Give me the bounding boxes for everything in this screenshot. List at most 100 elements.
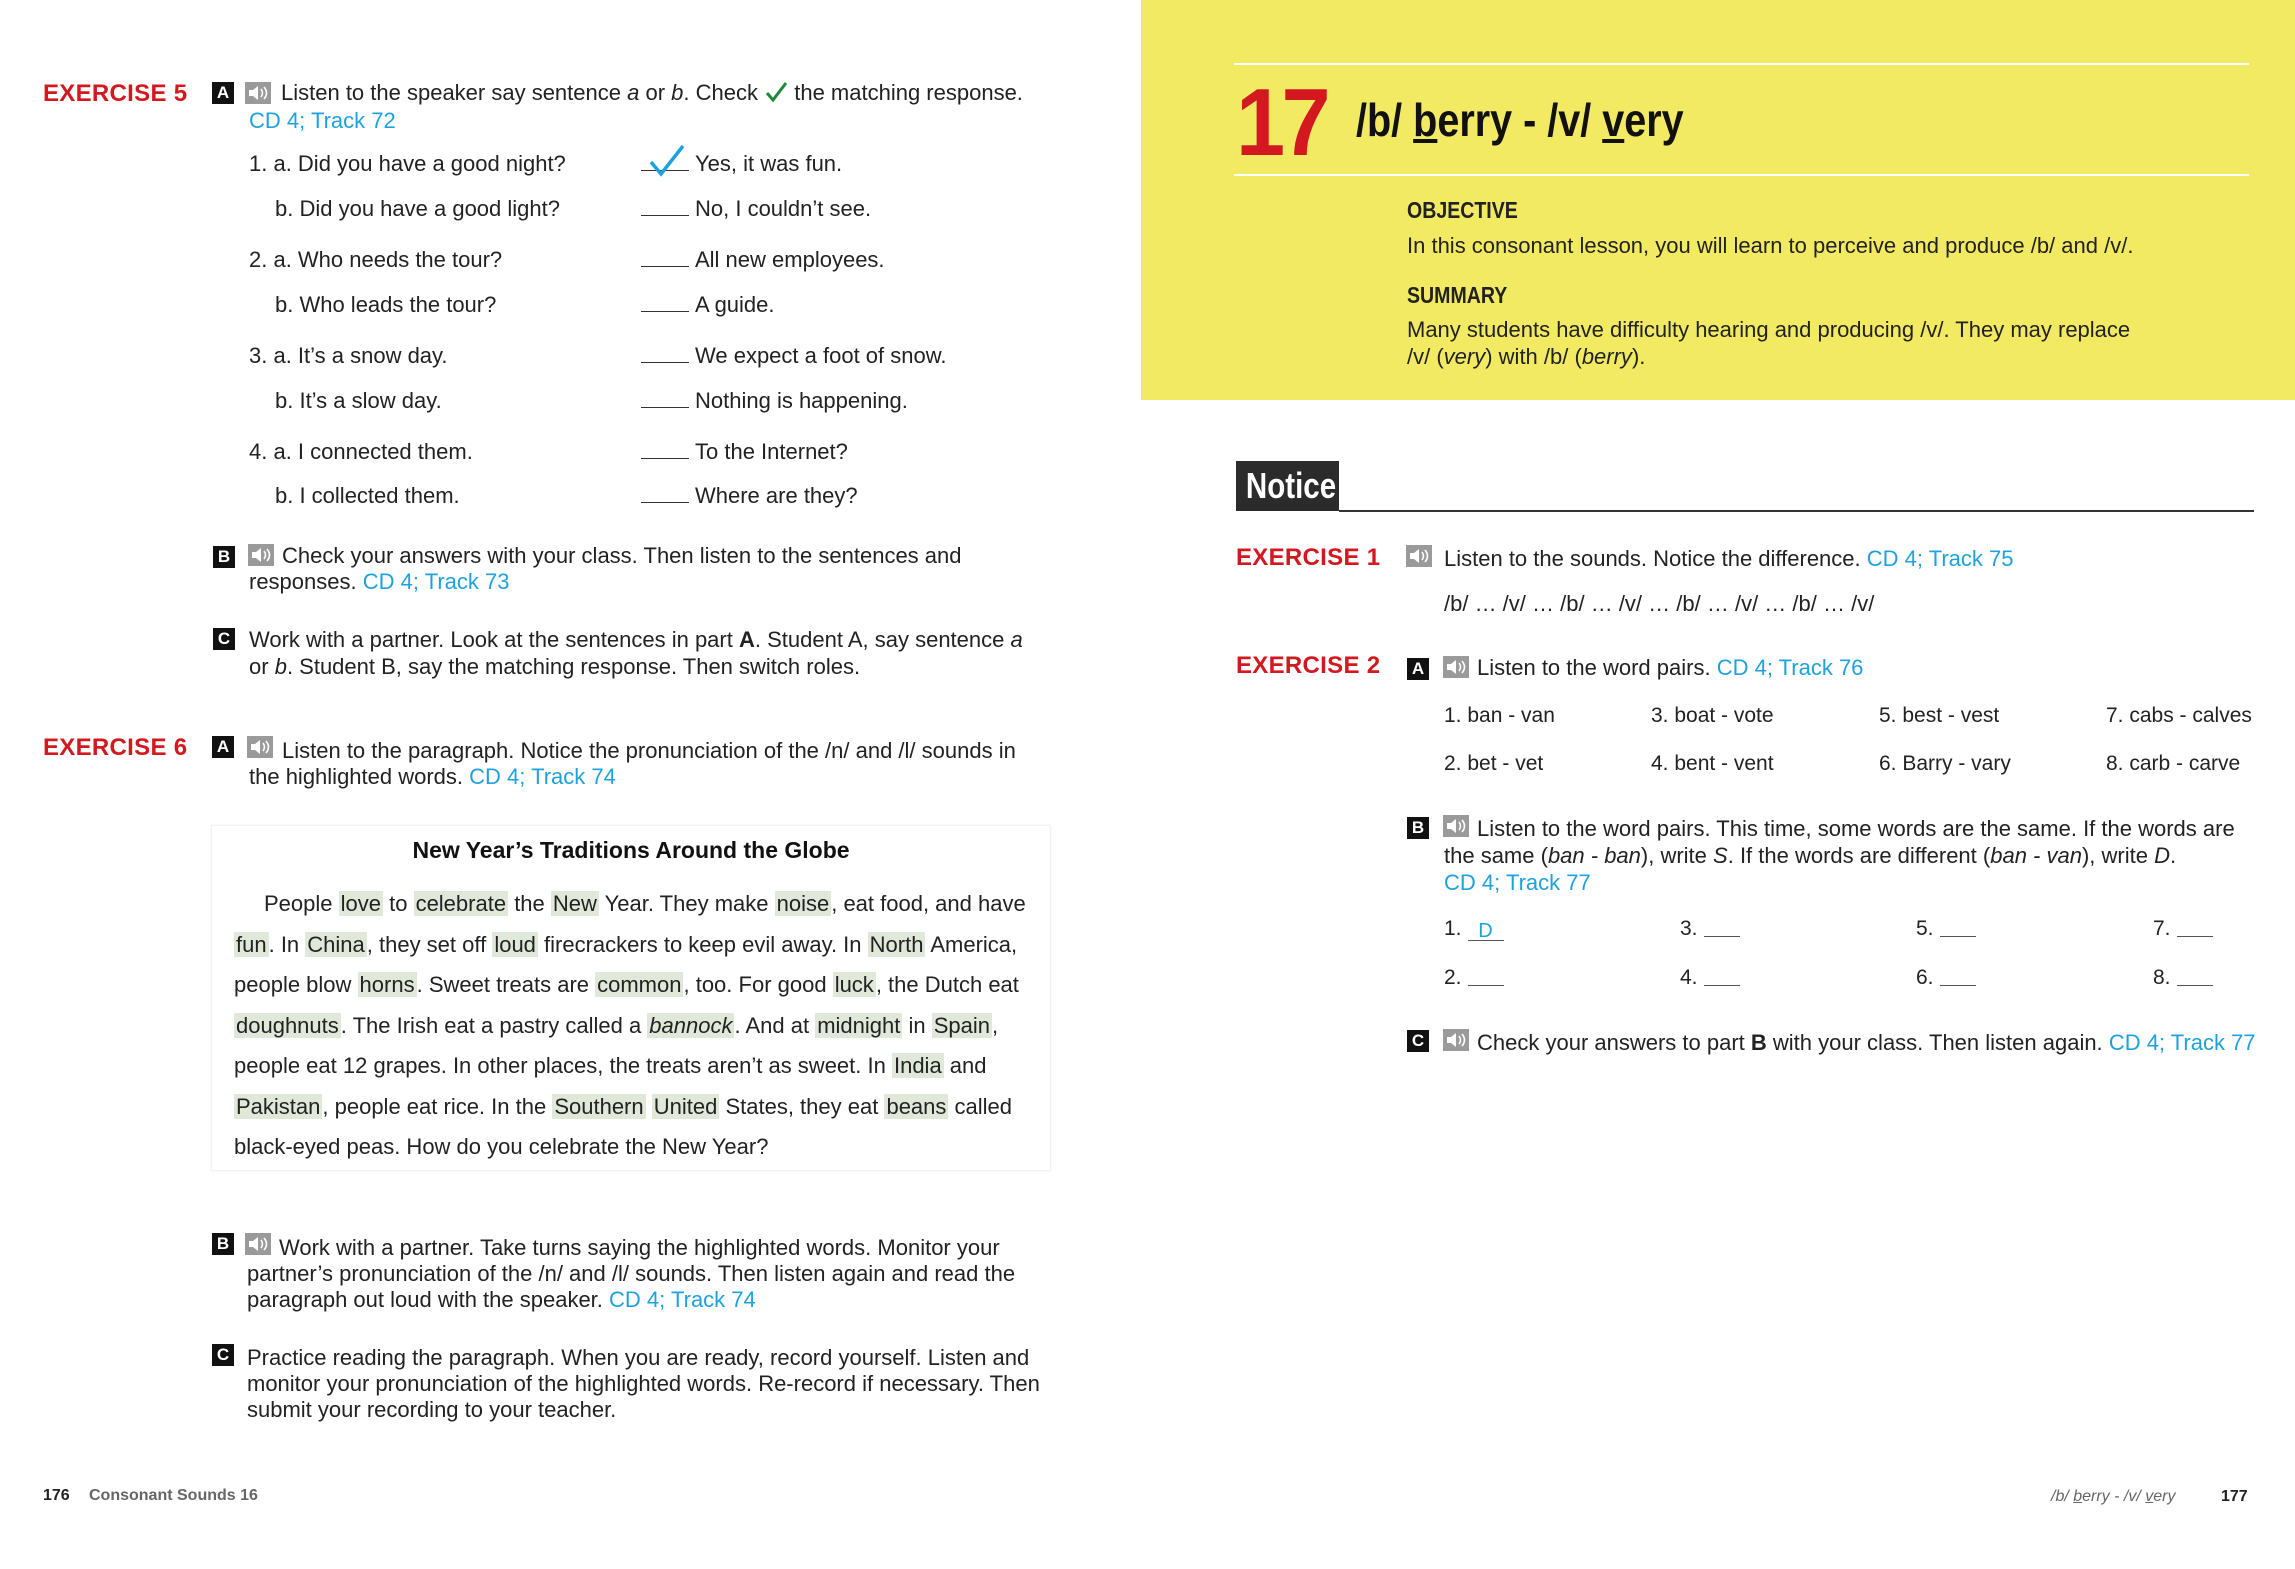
answer-number: 2. — [1444, 966, 1462, 989]
question-sentence: 1. a. Did you have a good night? — [249, 151, 566, 176]
ex6-a-line1: Listen to the paragraph. Notice the pron… — [282, 738, 1016, 763]
ex2-a-track[interactable]: CD 4; Track 76 — [1717, 655, 1864, 680]
instr-text: S — [1713, 843, 1728, 868]
answer-number: 6. — [1916, 966, 1934, 989]
answer-item: 4. — [1680, 966, 1740, 990]
summary-text: /v/ ( — [1407, 344, 1444, 369]
ex6-b-track[interactable]: CD 4; Track 74 — [609, 1287, 756, 1312]
exercise-2-label: EXERCISE 2 — [1236, 652, 1381, 679]
instr-text: b — [671, 80, 684, 105]
ex2-c-instructions: Check your answers to part B with your c… — [1477, 1029, 2256, 1056]
instr-text: D — [2154, 843, 2170, 868]
paragraph-text: the — [508, 891, 551, 916]
ex6-b-line1: Work with a partner. Take turns saying t… — [279, 1235, 1000, 1260]
highlighted-word: fun — [234, 931, 269, 957]
summary-text: berry — [1581, 344, 1632, 369]
highlighted-word: noise — [774, 891, 832, 916]
answer-blank[interactable] — [2176, 917, 2213, 937]
instr-text: Listen to the word pairs. — [1477, 655, 1711, 680]
ex2-c-track[interactable]: CD 4; Track 77 — [2109, 1030, 2256, 1055]
ex1-track[interactable]: CD 4; Track 75 — [1867, 546, 2014, 571]
answer-blank[interactable] — [2176, 966, 2213, 986]
instr-text: . Student A, say sentence — [754, 627, 1011, 652]
highlighted-word: North — [867, 931, 926, 957]
highlighted-word: United — [651, 1093, 720, 1119]
instr-text: ), write — [2081, 843, 2155, 868]
exercise-1-label: EXERCISE 1 — [1236, 544, 1381, 571]
paragraph-text: , too. For good — [683, 972, 833, 997]
highlighted-word: Southern — [552, 1093, 646, 1119]
speaker-icon[interactable] — [1443, 815, 1469, 837]
answer-blank[interactable] — [1703, 917, 1740, 937]
instr-text: the matching response. — [788, 80, 1023, 105]
answer-blank[interactable] — [641, 311, 689, 312]
notice-rule — [1339, 510, 2254, 512]
response-option[interactable]: All new employees. — [641, 246, 885, 273]
paragraph-text: . The Irish eat a pastry called a — [340, 1012, 648, 1038]
ex6-a-track[interactable]: CD 4; Track 74 — [469, 764, 616, 789]
answer-item: 5. — [1916, 917, 1976, 941]
answer-blank[interactable] — [1703, 966, 1740, 986]
speaker-icon[interactable] — [1443, 656, 1469, 678]
title-text: /b/ — [1356, 94, 1414, 146]
part-a-badge: A — [212, 736, 234, 758]
answer-number: 8. — [2153, 966, 2171, 989]
speaker-icon[interactable] — [1443, 1029, 1469, 1051]
answer-blank[interactable] — [1939, 966, 1976, 986]
ex2-a-instructions: Listen to the word pairs. CD 4; Track 76 — [1477, 654, 1863, 681]
paragraph-text: . In — [268, 931, 306, 957]
exercise-5-label: EXERCISE 5 — [43, 80, 188, 107]
response-option[interactable]: We expect a foot of snow. — [641, 342, 947, 369]
answer-blank[interactable] — [641, 407, 689, 408]
paragraph-line: people eat 12 grapes. In other places, t… — [234, 1046, 1034, 1087]
response-option[interactable]: Where are they? — [641, 482, 858, 509]
ex5-a-track[interactable]: CD 4; Track 72 — [249, 107, 396, 134]
answer-blank[interactable] — [1939, 917, 1976, 937]
part-c-badge: C — [212, 1344, 234, 1366]
summary-line2: /v/ (very) with /b/ (berry). — [1407, 343, 1645, 370]
ex2-b-track[interactable]: CD 4; Track 77 — [1444, 869, 1591, 896]
ex5-b-track[interactable]: CD 4; Track 73 — [363, 569, 510, 594]
answer-blank[interactable] — [641, 215, 689, 216]
answer-blank[interactable] — [641, 502, 689, 503]
notice-heading: Notice — [1236, 461, 1339, 511]
question-sentence: 2. a. Who needs the tour? — [249, 247, 503, 272]
speaker-icon[interactable] — [245, 82, 271, 104]
unit-number: 17 — [1236, 69, 1331, 176]
book-spread: EXERCISE 5 A Listen to the speaker say s… — [0, 0, 2295, 1569]
response-option[interactable]: To the Internet? — [641, 438, 848, 465]
instr-text: A — [738, 627, 755, 652]
instr-text: Listen to the sounds. Notice the differe… — [1444, 546, 1861, 571]
response-option[interactable]: A guide. — [641, 291, 775, 318]
speaker-icon[interactable] — [245, 1233, 271, 1255]
part-a-badge: A — [212, 82, 234, 104]
title-text: ery — [1624, 94, 1684, 146]
question-sentence: b. Who leads the tour? — [275, 292, 497, 317]
highlighted-word: loud — [492, 931, 538, 957]
running-footer: /b/ berry - /v/ very — [2051, 1488, 2176, 1506]
highlighted-word: India — [891, 1053, 944, 1078]
answer-blank[interactable] — [641, 266, 689, 267]
answer-item: 6. — [1916, 966, 1976, 990]
answer-blank[interactable] — [641, 458, 689, 459]
instr-text: . — [2169, 843, 2177, 868]
answer-blank[interactable] — [641, 144, 689, 177]
response-option[interactable]: No, I couldn’t see. — [641, 195, 871, 222]
response-option[interactable]: Yes, it was fun. — [641, 144, 842, 177]
part-a-badge: A — [1407, 658, 1429, 680]
part-b-badge: B — [212, 1233, 234, 1255]
part-c-badge: C — [213, 628, 235, 650]
notice-text: Notice — [1245, 465, 1337, 506]
paragraph-text: people eat 12 grapes. In other places, t… — [234, 1053, 892, 1078]
speaker-icon[interactable] — [248, 544, 274, 566]
ex5-c-line1: Work with a partner. Look at the sentenc… — [249, 626, 1023, 653]
response-option[interactable]: Nothing is happening. — [641, 387, 908, 414]
speaker-icon[interactable] — [247, 736, 273, 758]
speaker-icon[interactable] — [1406, 545, 1432, 567]
left-page: EXERCISE 5 A Listen to the speaker say s… — [0, 0, 1141, 1569]
divider — [1234, 63, 2249, 65]
answer-blank[interactable]: D — [1467, 921, 1504, 941]
answer-blank[interactable] — [1467, 966, 1504, 986]
highlighted-word: midnight — [815, 1012, 903, 1038]
answer-blank[interactable] — [641, 362, 689, 363]
